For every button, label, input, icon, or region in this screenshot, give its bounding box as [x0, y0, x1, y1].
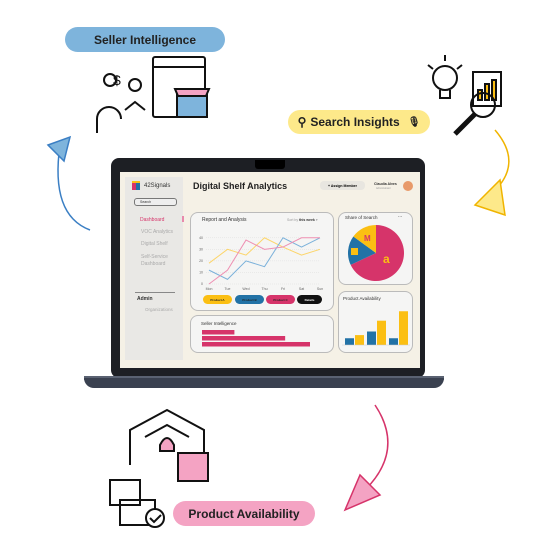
- share-of-search-title: Share of Search: [345, 215, 378, 220]
- sidebar-item-self-service[interactable]: Self-Service Dashboard: [141, 254, 181, 268]
- active-indicator: [182, 216, 184, 222]
- admin-heading: Admin: [137, 296, 153, 302]
- y-tick-label: 20: [199, 259, 203, 263]
- x-tick-label: Sun: [317, 287, 323, 291]
- product-availability-title: Product Availability: [343, 296, 381, 301]
- y-tick-label: 0: [201, 282, 203, 286]
- seller-bar: [202, 330, 235, 335]
- x-tick-label: Wed: [242, 287, 249, 291]
- seller-bar-chart: [202, 330, 310, 347]
- avatar[interactable]: [403, 181, 413, 191]
- availability-bar: [389, 338, 398, 345]
- availability-bar-chart: [342, 311, 410, 346]
- seller-intelligence-title: Seller Intelligence: [201, 321, 237, 326]
- search-icon: ⚲: [297, 115, 307, 129]
- seller-bar: [202, 342, 310, 347]
- seller-bar: [202, 336, 286, 341]
- y-tick-label: 40: [199, 236, 203, 240]
- seller-store-icon: $: [96, 56, 211, 133]
- pie-chart: aM: [348, 225, 404, 281]
- sidebar-item-digital-shelf[interactable]: Digital Shelf: [141, 241, 168, 247]
- user-name: Claudia Alves: [374, 182, 397, 186]
- warehouse-boxes-icon: [109, 408, 209, 528]
- details-button[interactable]: Details: [297, 295, 322, 304]
- sidebar-item-organizations[interactable]: Organizations: [145, 307, 173, 312]
- svg-text:$: $: [113, 72, 121, 88]
- product-b-button[interactable]: Product B: [235, 295, 264, 304]
- flipkart-logo-icon: [351, 248, 358, 255]
- search-insights-label: Search Insights: [310, 115, 400, 129]
- x-tick-label: Tue: [225, 287, 231, 291]
- brand-name: 42Signals: [144, 183, 171, 189]
- blue-arrow-doodle: [46, 135, 91, 231]
- user-role: Administrator: [376, 187, 391, 190]
- sort-value: this week: [299, 218, 315, 222]
- line-chart: 0 10 20 30 40 Mon Tue Wed Thu Fri Sat Sun: [199, 236, 323, 291]
- product-c-button[interactable]: Product C: [266, 295, 295, 304]
- availability-bar: [367, 331, 376, 345]
- laptop-base: [84, 378, 444, 388]
- availability-bar: [377, 320, 386, 345]
- sidebar-divider: [135, 292, 175, 293]
- myntra-logo-icon: M: [364, 234, 371, 243]
- availability-bar: [399, 311, 408, 345]
- x-tick-label: Thu: [261, 287, 267, 291]
- x-tick-label: Mon: [206, 287, 213, 291]
- report-title: Report and Analysis: [202, 217, 247, 223]
- assign-member-button[interactable]: + Assign Member: [320, 181, 365, 190]
- sidebar-item-voc-analytics[interactable]: VOC Analytics: [141, 229, 173, 235]
- sort-dropdown[interactable]: Sort by this week ▾: [287, 218, 318, 222]
- search-insights-callout: ⚲ Search Insights 🎙: [288, 110, 430, 134]
- sidebar-item-dashboard[interactable]: Dashboard: [140, 217, 164, 223]
- product-a-button[interactable]: Product A: [203, 295, 232, 304]
- camera-notch: [255, 160, 285, 169]
- sort-label: Sort by: [287, 218, 299, 222]
- sidebar-search-label: Search: [140, 199, 152, 204]
- x-tick-label: Sat: [299, 287, 304, 291]
- amazon-logo-icon: a: [383, 252, 390, 266]
- seller-intelligence-callout: Seller Intelligence: [65, 27, 225, 52]
- pink-arrow-doodle: [343, 404, 389, 512]
- y-tick-label: 30: [199, 248, 203, 252]
- page-title: Digital Shelf Analytics: [193, 181, 288, 191]
- availability-bar: [345, 338, 354, 345]
- series-line-product-b: [208, 237, 321, 280]
- y-tick-label: 10: [199, 271, 203, 275]
- x-tick-label: Fri: [281, 287, 285, 291]
- brand-logo-icon: [132, 181, 140, 190]
- more-options-icon[interactable]: ...: [398, 213, 402, 219]
- yellow-arrow-doodle: [473, 129, 510, 217]
- availability-bar: [355, 335, 364, 345]
- microphone-icon: 🎙: [407, 116, 421, 128]
- series-line-product-a: [208, 237, 321, 264]
